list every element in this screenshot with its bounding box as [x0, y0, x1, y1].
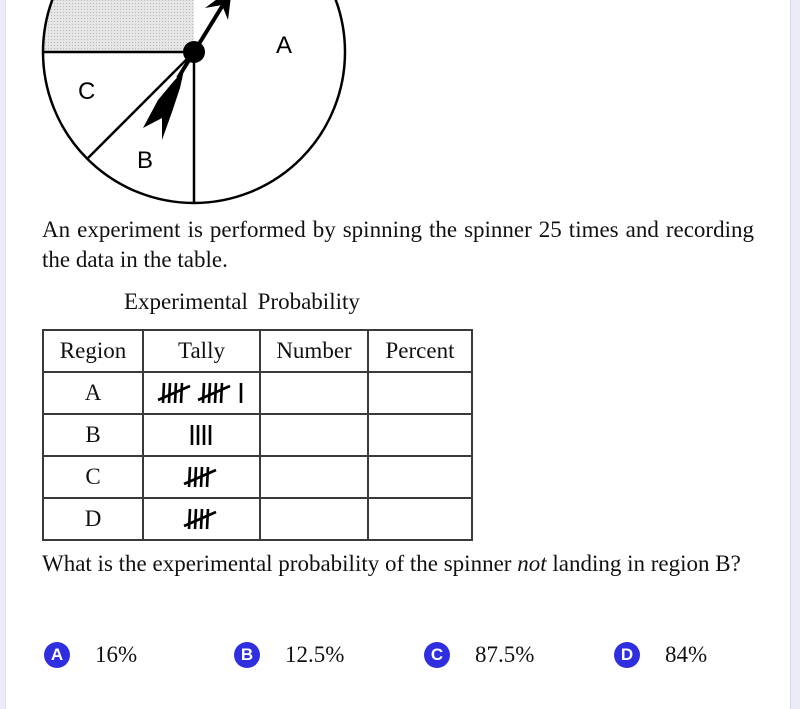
- region-cell: D: [42, 497, 144, 541]
- question-emphasis: not: [517, 551, 547, 576]
- tally-stroke: [207, 382, 211, 404]
- region-label-c: C: [78, 78, 95, 105]
- region-cell: A: [42, 371, 144, 415]
- tally-stroke: [193, 508, 197, 530]
- tally-stroke: [205, 466, 209, 488]
- table-row: A: [42, 371, 473, 415]
- percent-cell[interactable]: [367, 413, 473, 457]
- header-number: Number: [259, 329, 369, 373]
- question-text: What is the experimental probability of …: [42, 549, 754, 579]
- experimental-probability-table: Region Tally Number Percent A B C D: [42, 329, 473, 541]
- header-percent: Percent: [367, 329, 473, 373]
- scrollbar[interactable]: [790, 0, 800, 709]
- answer-choices: A 16% B 12.5% C 87.5% D 84%: [44, 642, 744, 672]
- tally-cell: [142, 413, 261, 457]
- question-before: What is the experimental probability of …: [42, 551, 518, 576]
- choice-b-text: 12.5%: [285, 642, 345, 667]
- table-title: Experimental Probability: [124, 289, 360, 314]
- question-after: landing in region B?: [546, 551, 741, 576]
- tally-marks: [182, 466, 217, 488]
- spinner-diagram: A C B: [41, 0, 347, 205]
- choice-d-badge: D: [614, 642, 640, 668]
- choice-d[interactable]: D 84%: [614, 642, 707, 668]
- choice-b-badge: B: [234, 642, 260, 668]
- choice-a-text: 16%: [95, 642, 138, 667]
- intro-text: An experiment is performed by spinning t…: [42, 217, 754, 272]
- tally-stroke: [187, 508, 191, 530]
- region-label-a: A: [276, 32, 292, 59]
- choice-d-text: 84%: [665, 642, 708, 667]
- region-label-b: B: [137, 147, 153, 174]
- choice-a-badge: A: [44, 642, 70, 668]
- table-row: C: [42, 455, 473, 499]
- number-cell[interactable]: [259, 497, 369, 541]
- choice-c[interactable]: C 87.5%: [424, 642, 534, 668]
- region-cell: C: [42, 455, 144, 499]
- header-tally: Tally: [142, 329, 261, 373]
- tally-stroke: [219, 382, 223, 404]
- percent-cell[interactable]: [367, 371, 473, 415]
- table-row: D: [42, 497, 473, 541]
- spinner-pivot: [183, 41, 205, 63]
- table-header-row: Region Tally Number Percent: [42, 329, 473, 373]
- tally-cell: [142, 497, 261, 541]
- tally-marks: [182, 508, 217, 530]
- tally-stroke: [167, 382, 171, 404]
- percent-cell[interactable]: [367, 497, 473, 541]
- number-cell[interactable]: [259, 371, 369, 415]
- tally-cell: [142, 371, 261, 415]
- region-cell: B: [42, 413, 144, 457]
- choice-b[interactable]: B 12.5%: [234, 642, 344, 668]
- table-row: B: [42, 413, 473, 457]
- tally-marks: [190, 425, 211, 445]
- tally-marks: [156, 382, 242, 404]
- number-cell[interactable]: [259, 413, 369, 457]
- header-region: Region: [42, 329, 144, 373]
- choice-c-badge: C: [424, 642, 450, 668]
- tally-stroke: [161, 382, 165, 404]
- choice-c-text: 87.5%: [475, 642, 535, 667]
- tally-stroke: [205, 508, 209, 530]
- shaded-region-d: [43, 0, 194, 52]
- divider-diagonal: [87, 51, 195, 159]
- tally-stroke: [187, 466, 191, 488]
- tally-stroke: [193, 466, 197, 488]
- tally-stroke: [201, 382, 205, 404]
- tally-cell: [142, 455, 261, 499]
- percent-cell[interactable]: [367, 455, 473, 499]
- number-cell[interactable]: [259, 455, 369, 499]
- tally-stroke: [179, 382, 183, 404]
- choice-a[interactable]: A 16%: [44, 642, 137, 668]
